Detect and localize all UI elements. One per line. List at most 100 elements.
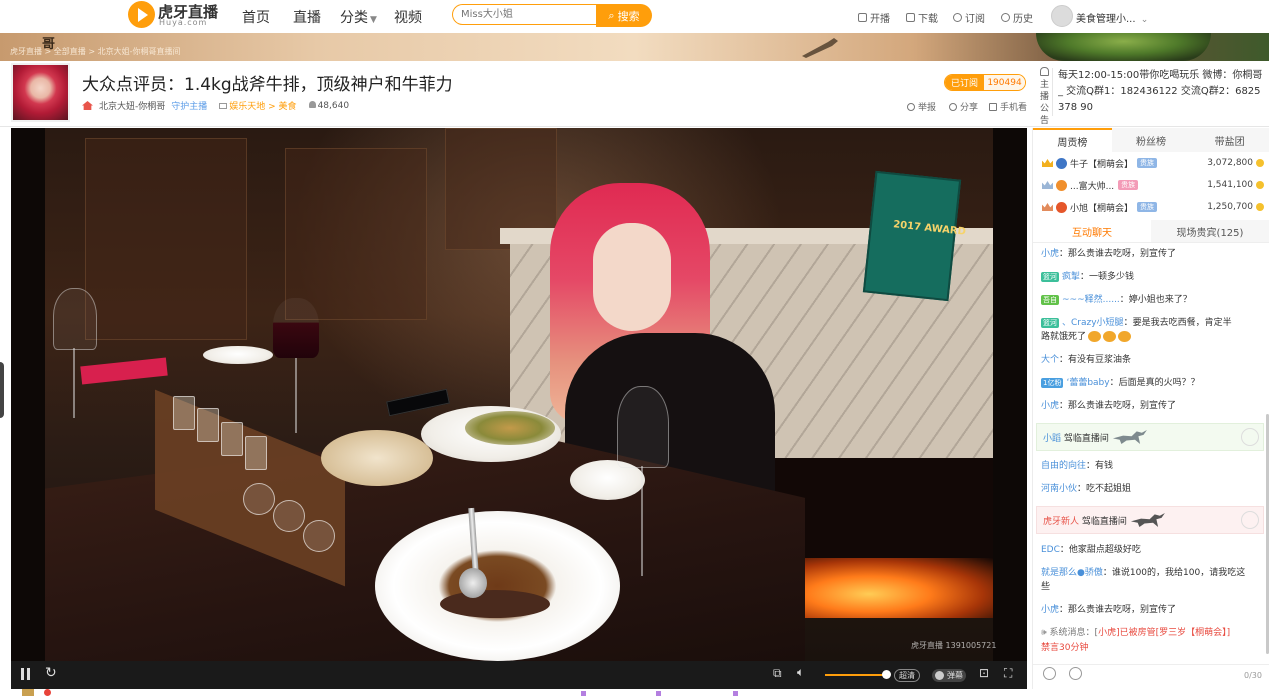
system-prefix: 系统消息：[ xyxy=(1049,628,1099,638)
volume-slider[interactable] xyxy=(825,674,887,676)
nav-video[interactable]: 视频 xyxy=(394,7,422,27)
bread-plate xyxy=(321,430,433,486)
fullscreen-icon[interactable]: ⛶ xyxy=(1004,666,1012,681)
pause-button[interactable] xyxy=(21,668,31,680)
chat-text: ：吃不起姐姐 xyxy=(1077,484,1132,494)
chat-message: 小虎：那么贵谁去吃呀，别宣传了 xyxy=(1041,246,1261,262)
streamer-name[interactable]: 北京大妞-你桐哥 xyxy=(99,99,165,112)
side-drawer-handle[interactable] xyxy=(0,362,4,418)
streamer-avatar[interactable] xyxy=(11,63,70,122)
subscribe-link[interactable]: 订阅 xyxy=(953,10,985,25)
tab-weekly-contribution[interactable]: 周贡榜 xyxy=(1033,128,1112,152)
clock-icon xyxy=(1001,13,1010,22)
breadcrumb[interactable]: 虎牙直播 > 全部直播 > 北京大姐-你桐哥直播间 xyxy=(10,46,180,57)
user-avatar[interactable] xyxy=(1051,5,1073,27)
fan-badge: 篮河 xyxy=(1041,272,1059,282)
gift-item-icon[interactable] xyxy=(656,691,661,696)
alert-icon xyxy=(907,102,915,111)
chat-user[interactable]: 就是那么●骄傲 xyxy=(1041,568,1103,578)
category-parent[interactable]: 娱乐天地 > xyxy=(229,102,275,112)
theater-mode-icon[interactable]: ⊡ xyxy=(979,666,989,680)
tab-vip-guests[interactable]: 现场贵宾(125) xyxy=(1151,220,1269,242)
chat-user[interactable]: 、Crazy小短腿 xyxy=(1062,318,1124,328)
mobile-watch-button[interactable]: 手机看 xyxy=(989,100,1027,113)
shot-glass xyxy=(173,396,195,430)
notice-label: 主播公告 xyxy=(1039,80,1049,126)
chat-user[interactable]: 自由的向往 xyxy=(1041,461,1086,471)
spoon-bowl xyxy=(459,568,487,598)
chat-user[interactable]: 小虎 xyxy=(1041,401,1059,411)
entry-user[interactable]: 虎牙新人 xyxy=(1043,514,1079,527)
level-badge-icon xyxy=(1241,428,1259,446)
crown-gold-icon xyxy=(1042,159,1053,167)
video-player[interactable]: 2017 AWARD 虎牙直播 1391005721 ↻ ⧉ 🔈︎ 超清 弹幕 … xyxy=(11,128,1027,689)
tab-fans[interactable]: 粉丝榜 xyxy=(1112,128,1191,152)
tv-icon xyxy=(219,103,228,109)
chat-message-continuation: 路就饿死了 xyxy=(1041,329,1261,345)
history-link[interactable]: 历史 xyxy=(1001,10,1033,25)
gift-item-icon[interactable] xyxy=(733,691,738,696)
volume-slider-handle[interactable] xyxy=(882,670,891,679)
chat-user[interactable]: ‘蕾蕾baby xyxy=(1066,378,1109,388)
chat-user[interactable]: 河南小伙 xyxy=(1041,484,1077,494)
danmu-toggle[interactable]: 弹幕 xyxy=(932,669,966,682)
horse-mount-icon xyxy=(1130,513,1165,527)
chat-user[interactable]: 小虎 xyxy=(1041,249,1059,259)
notification-badge xyxy=(44,689,51,696)
huya-logo[interactable]: 虎牙直播 Huya.com xyxy=(128,1,218,29)
gift-icon[interactable] xyxy=(22,689,34,696)
download-link[interactable]: 下载 xyxy=(906,10,938,25)
avatar xyxy=(1056,179,1067,191)
nav-home[interactable]: 首页 xyxy=(242,7,270,27)
chevron-down-icon: ▼ xyxy=(370,15,377,25)
chat-message: 吾自 ~~~释然......：婷小姐也来了？ xyxy=(1041,292,1261,308)
nav-category[interactable]: 分类 ▼ xyxy=(340,7,377,27)
rank-tabs: 周贡榜 粉丝榜 带盐团 xyxy=(1033,128,1269,152)
share-button[interactable]: 分享 xyxy=(949,100,978,113)
chat-message: EDC：他家甜点超级好吃 xyxy=(1041,542,1261,558)
tab-salt-group[interactable]: 带盐团 xyxy=(1190,128,1269,152)
report-label: 举报 xyxy=(918,103,937,113)
chat-user[interactable]: 大个 xyxy=(1041,355,1059,365)
category-link[interactable]: 美食 xyxy=(279,102,297,112)
chat-text: ：有没有豆浆油条 xyxy=(1059,355,1132,365)
volume-icon[interactable]: 🔈︎ xyxy=(797,665,804,680)
danmu-settings-icon[interactable]: ⧉ xyxy=(773,666,782,681)
red-napkin xyxy=(80,357,168,385)
chat-text: ：那么贵谁去吃呀，别宣传了 xyxy=(1059,249,1177,259)
tab-chat[interactable]: 互动聊天 xyxy=(1033,220,1151,242)
system-message: 🕪︎ 系统消息：[小虎]已被房管[罗三岁【桐萌会】] xyxy=(1041,625,1261,641)
download-label: 下载 xyxy=(918,14,938,25)
rank-row[interactable]: 牛子【桐萌会】 贵族 3,072,800 xyxy=(1042,154,1264,172)
glass-jar xyxy=(273,500,305,532)
chat-input-toolbar xyxy=(1033,664,1269,690)
chat-user[interactable]: 疯掣 xyxy=(1062,272,1080,282)
quality-button[interactable]: 超清 xyxy=(894,669,920,682)
entry-user[interactable]: 小蹈 xyxy=(1043,431,1061,444)
fan-emoji-icon[interactable] xyxy=(1069,667,1082,680)
follow-button[interactable]: 已订阅 190494 xyxy=(944,74,1026,91)
chat-text: ：有钱 xyxy=(1086,461,1114,471)
user-menu[interactable]: 美食管理小... ⌄ xyxy=(1076,10,1148,25)
rank-row[interactable]: ...富大帅... 贵族 1,541,100 xyxy=(1042,176,1264,194)
gift-item-icon[interactable] xyxy=(581,691,586,696)
nav-live[interactable]: 直播 xyxy=(293,7,321,27)
wine-glass-stem xyxy=(73,348,75,418)
chat-user[interactable]: 小虎 xyxy=(1041,605,1059,615)
guard-link[interactable]: 守护主播 xyxy=(171,99,207,112)
rank-row[interactable]: 小旭【桐萌会】 贵族 1,250,700 xyxy=(1042,198,1264,216)
crown-bronze-icon xyxy=(1042,203,1053,211)
report-button[interactable]: 举报 xyxy=(907,100,936,113)
refresh-icon[interactable]: ↻ xyxy=(45,665,57,681)
search-input[interactable] xyxy=(452,4,596,25)
chat-user[interactable]: EDC xyxy=(1041,545,1060,555)
bottom-toolbar xyxy=(0,689,1269,696)
chat-user[interactable]: ~~~释然...... xyxy=(1062,295,1120,305)
broadcast-link[interactable]: 开播 xyxy=(858,10,890,25)
room-meta: 北京大妞-你桐哥 守护主播 娱乐天地 > 美食 48,640 xyxy=(82,99,349,112)
avatar xyxy=(1056,201,1067,213)
wine-glass xyxy=(617,386,669,468)
rank-name: ...富大帅... xyxy=(1070,181,1115,192)
emoji-icon[interactable] xyxy=(1043,667,1056,680)
search-button[interactable]: ⌕ 搜索 xyxy=(596,4,652,27)
